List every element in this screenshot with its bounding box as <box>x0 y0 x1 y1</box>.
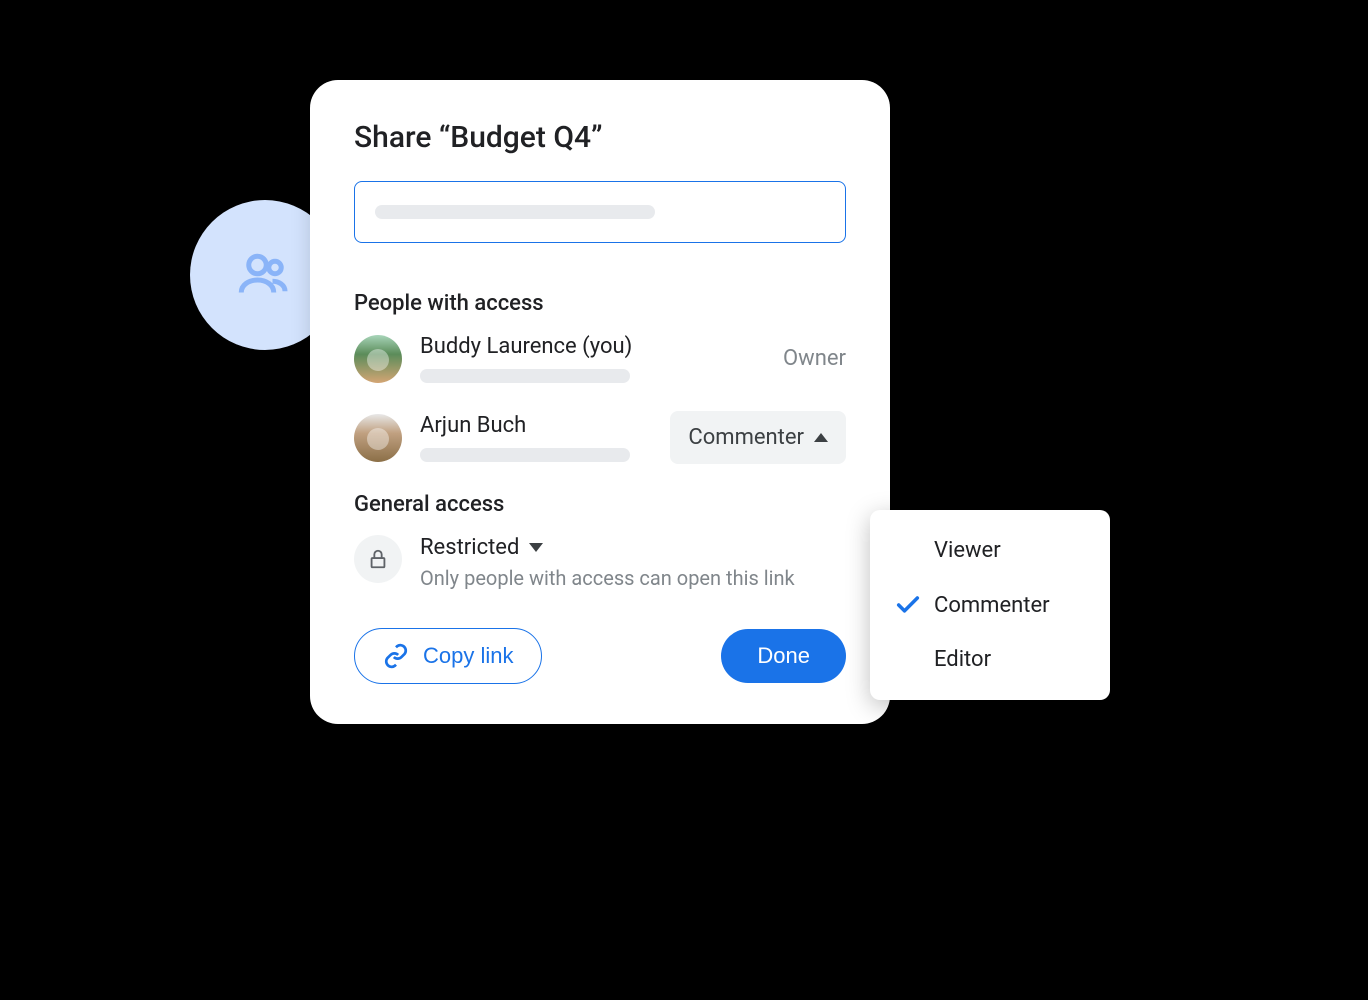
lock-icon <box>367 548 389 570</box>
role-dropdown-trigger[interactable]: Commenter <box>670 411 846 464</box>
restricted-description: Only people with access can open this li… <box>420 566 795 590</box>
dropdown-option-viewer[interactable]: Viewer <box>870 524 1110 577</box>
person-email-skeleton <box>420 369 630 383</box>
avatar <box>354 335 402 383</box>
role-dropdown-label: Commenter <box>688 425 804 450</box>
chevron-up-icon <box>814 433 828 442</box>
person-email-skeleton <box>420 448 630 462</box>
restricted-label: Restricted <box>420 535 519 560</box>
person-row-collaborator: Arjun Buch Commenter <box>354 411 846 464</box>
copy-link-label: Copy link <box>423 643 513 669</box>
dropdown-option-commenter[interactable]: Commenter <box>870 577 1110 633</box>
person-row-owner: Buddy Laurence (you) Owner <box>354 334 846 383</box>
people-group-icon <box>235 245 295 305</box>
dropdown-option-label: Editor <box>934 647 991 672</box>
role-dropdown-menu: Viewer Commenter Editor <box>870 510 1110 700</box>
done-button[interactable]: Done <box>721 629 846 683</box>
restricted-dropdown-trigger[interactable]: Restricted <box>420 535 795 560</box>
share-dialog: Share “Budget Q4” People with access Bud… <box>310 80 890 724</box>
avatar <box>354 414 402 462</box>
dropdown-option-label: Commenter <box>934 593 1050 618</box>
dropdown-option-editor[interactable]: Editor <box>870 633 1110 686</box>
general-access-row: Restricted Only people with access can o… <box>354 535 846 590</box>
lock-icon-container <box>354 535 402 583</box>
link-icon <box>383 643 409 669</box>
copy-link-button[interactable]: Copy link <box>354 628 542 684</box>
dropdown-option-label: Viewer <box>934 538 1001 563</box>
add-people-input[interactable] <box>354 181 846 243</box>
chevron-down-icon <box>529 543 543 552</box>
dialog-button-row: Copy link Done <box>354 628 846 684</box>
dialog-title: Share “Budget Q4” <box>354 120 846 155</box>
role-label-owner: Owner <box>783 346 846 371</box>
person-info: Buddy Laurence (you) <box>420 334 783 383</box>
person-name: Buddy Laurence (you) <box>420 334 783 359</box>
input-placeholder-skeleton <box>375 205 655 219</box>
people-with-access-heading: People with access <box>354 291 846 316</box>
check-icon <box>894 591 922 619</box>
general-access-heading: General access <box>354 492 846 517</box>
person-info: Arjun Buch <box>420 413 670 462</box>
person-name: Arjun Buch <box>420 413 670 438</box>
